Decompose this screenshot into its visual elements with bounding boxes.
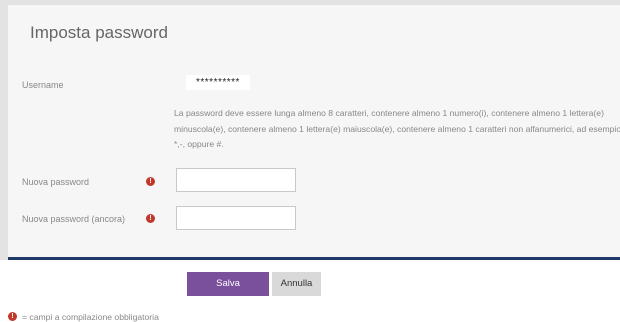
required-legend-text: = campi a compilazione obbligatoria	[22, 312, 159, 322]
save-button[interactable]: Salva modifiche	[187, 272, 269, 313]
cancel-button[interactable]: Annulla	[272, 272, 321, 296]
required-icon: !	[146, 214, 155, 223]
page-title: Imposta password	[30, 23, 168, 42]
username-label: Username	[22, 80, 64, 90]
form-footer: Salva modifiche Annulla ! = campi a comp…	[0, 260, 620, 322]
password-policy-text: La password deve essere lunga almeno 8 c…	[174, 108, 620, 149]
new-password-label: Nuova password	[22, 177, 90, 187]
new-password-again-label: Nuova password (ancora)	[22, 214, 126, 224]
required-icon: !	[8, 312, 17, 321]
new-password-input[interactable]	[176, 168, 296, 192]
settings-card: Imposta password Username ********** La …	[8, 5, 620, 257]
required-icon: !	[146, 177, 155, 186]
new-password-again-input[interactable]	[176, 206, 296, 230]
username-value: **********	[186, 75, 250, 90]
